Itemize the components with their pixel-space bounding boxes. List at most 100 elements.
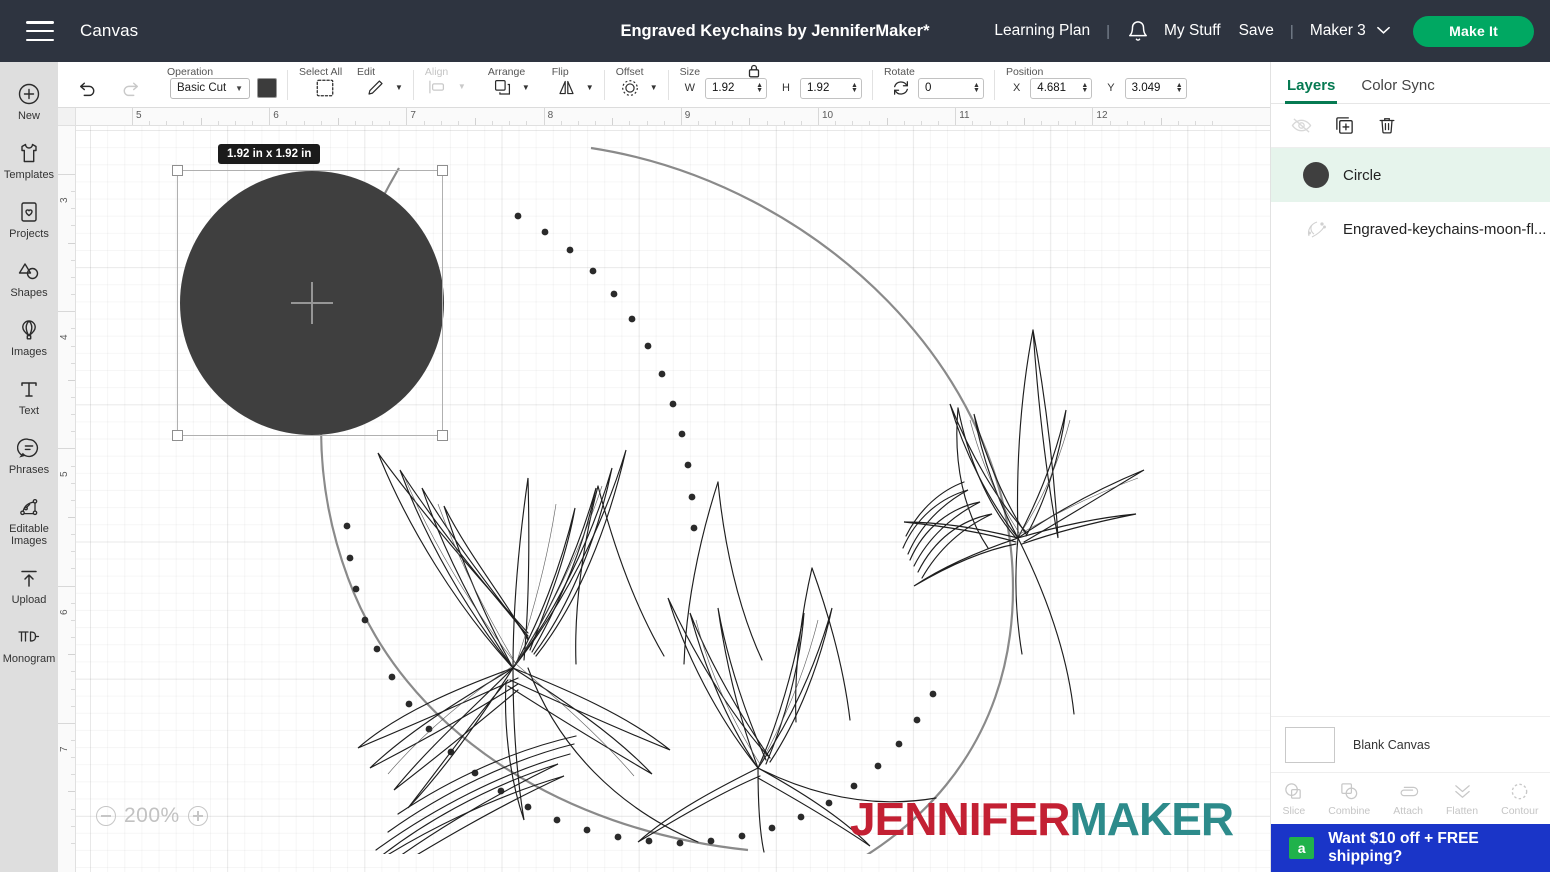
contour-label: Contour [1501,804,1539,817]
zoom-out-icon[interactable] [96,806,116,826]
rail-item-new[interactable]: New [0,72,58,131]
ruler-label: 5 [136,110,142,121]
position-y-stepper[interactable]: ▲ ▼ [1176,82,1183,94]
lock-closed-icon[interactable] [747,63,761,84]
ruler-tick-minor [234,121,236,125]
position-x-stepper[interactable]: ▲ ▼ [1081,82,1088,94]
hamburger-menu-icon[interactable] [26,21,54,41]
flip-label: Flip [551,65,569,78]
blank-canvas-row[interactable]: Blank Canvas [1271,716,1550,772]
ruler-tick-minor [71,637,75,639]
select-all-icon[interactable] [315,78,335,98]
tshirt-icon [16,140,42,166]
operation-select[interactable]: Basic Cut ▼ [170,77,250,99]
resize-handle-top-right[interactable] [437,165,448,176]
ruler-tick [818,108,819,125]
position-x-input[interactable]: 4.681 ▲ ▼ [1030,77,1093,99]
redo-arrow-icon[interactable] [120,81,142,99]
ruler-label: 12 [1096,110,1108,121]
rail-item-images[interactable]: Images [0,308,58,367]
rotate-icon[interactable] [891,78,911,98]
chevron-down-icon [1377,22,1390,40]
ruler-tick-minor [800,121,802,125]
rail-item-upload[interactable]: Upload [0,556,58,615]
canvas-menu-label[interactable]: Canvas [80,21,138,41]
undo-arrow-icon[interactable] [76,81,98,99]
machine-name: Maker 3 [1309,22,1366,39]
combine-button[interactable]: Combine [1328,781,1370,817]
rail-item-monogram[interactable]: Monogram [0,615,58,674]
delete-layer-trash-icon[interactable] [1377,115,1397,136]
promo-banner[interactable]: a Want $10 off + FREE shipping? [1271,824,1550,872]
flip-icon[interactable] [557,78,576,97]
operation-color-swatch[interactable] [257,78,277,98]
rotate-stepper[interactable]: ▲ ▼ [973,82,980,94]
size-width-stepper[interactable]: ▲ ▼ [756,82,763,94]
size-height-stepper[interactable]: ▲ ▼ [851,82,858,94]
rotate-group: Rotate 0 ▲ ▼ [873,62,995,108]
tab-color-sync[interactable]: Color Sync [1361,77,1434,103]
ruler-tick-minor [1143,121,1145,125]
ruler-tick-minor [68,379,75,381]
ruler-tick-minor [68,517,75,518]
notification-bell-icon[interactable] [1127,20,1149,42]
ruler-tick-minor [972,121,974,125]
slice-button[interactable]: Slice [1282,781,1305,817]
arrange-group: Arrange ▼ [477,62,541,108]
rail-item-editable-images[interactable]: Editable Images [0,485,58,556]
plus-circle-icon [16,81,42,107]
ruler-tick-minor [217,121,219,125]
offset-icon[interactable] [620,78,640,98]
ruler-tick-minor [71,568,75,570]
make-it-button[interactable]: Make It [1413,15,1534,47]
attach-label: Attach [1393,804,1424,817]
ruler-tick-minor [715,121,717,125]
ruler-tick-minor [337,118,339,125]
duplicate-layer-icon[interactable] [1334,115,1355,136]
resize-handle-top-left[interactable] [172,165,183,176]
layer-row-artwork[interactable]: Engraved-keychains-moon-fl... [1271,202,1550,256]
rail-item-projects[interactable]: Projects [0,190,58,249]
my-stuff-link[interactable]: My Stuff [1164,22,1221,40]
resize-handle-bottom-left[interactable] [172,430,183,441]
rail-item-shapes[interactable]: Shapes [0,249,58,308]
ruler-tick-minor [920,121,922,125]
layer-row-circle[interactable]: Circle [1271,148,1550,202]
machine-selector[interactable]: Maker 3 [1310,22,1390,40]
contour-button[interactable]: Contour [1501,781,1538,817]
attach-button[interactable]: Attach [1393,781,1423,817]
ruler-tick-minor [71,774,75,776]
zoom-in-icon[interactable] [187,806,208,826]
hide-layer-eye-icon[interactable] [1291,116,1312,135]
ruler-corner [58,108,76,126]
canvas-color-swatch[interactable] [1285,726,1335,763]
ruler-tick-minor [68,654,75,656]
tab-layers[interactable]: Layers [1284,77,1338,104]
rotate-label: Rotate [883,65,915,78]
design-canvas[interactable]: 1.92 in x 1.92 in JENNIFERMAKER 200% [58,108,1270,872]
ruler-tick [1092,108,1094,125]
size-height-input[interactable]: 1.92 ▲ ▼ [799,77,862,99]
rail-item-phrases[interactable]: Phrases [0,426,58,485]
align-group: Align ▼ [414,62,477,108]
rotate-input[interactable]: 0 ▲ ▼ [917,77,984,99]
learning-plan-link[interactable]: Learning Plan [994,22,1090,40]
flatten-button[interactable]: Flatten [1446,781,1478,817]
ruler-label: 3 [59,197,70,203]
edit-pencil-icon[interactable] [366,78,385,97]
align-label: Align [424,65,449,78]
resize-handle-bottom-right[interactable] [437,430,448,441]
selection-bounding-box[interactable] [172,165,448,441]
ruler-tick-minor [457,121,459,125]
ruler-tick-minor [354,121,356,125]
arrange-icon[interactable] [493,78,512,97]
save-button[interactable]: Save [1239,22,1274,40]
ruler-tick-minor [71,345,75,347]
rail-item-templates[interactable]: Templates [0,131,58,190]
rail-item-text[interactable]: Text [0,367,58,426]
flatten-label: Flatten [1446,804,1479,817]
ruler-tick-minor [71,825,75,827]
position-y-input[interactable]: 3.049 ▲ ▼ [1124,77,1187,99]
promo-badge-icon: a [1289,837,1315,859]
select-all-label: Select All [299,65,343,78]
